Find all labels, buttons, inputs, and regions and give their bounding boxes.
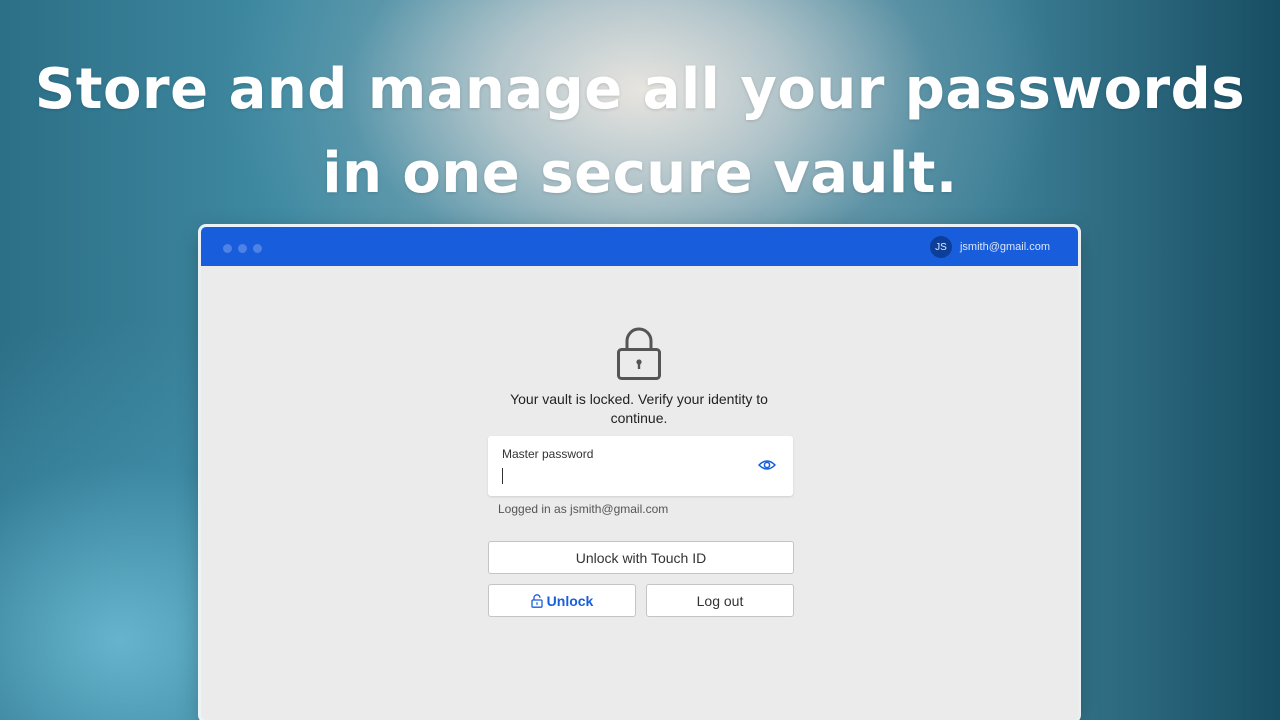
master-password-label: Master password xyxy=(502,447,594,461)
eye-icon[interactable] xyxy=(757,458,777,477)
title-bar: JS jsmith@gmail.com xyxy=(201,227,1078,266)
unlock-touch-id-label: Unlock with Touch ID xyxy=(575,549,707,566)
account-menu[interactable]: JS jsmith@gmail.com xyxy=(929,235,1050,259)
window-dot-maximize[interactable] xyxy=(253,244,262,253)
account-email: jsmith@gmail.com xyxy=(959,241,1050,253)
app-window: JS jsmith@gmail.com Your vault is locked… xyxy=(201,227,1078,720)
master-password-field[interactable]: Master password xyxy=(488,436,793,496)
master-password-input[interactable] xyxy=(500,466,740,486)
logout-label: Log out xyxy=(696,592,744,609)
unlock-button[interactable]: Unlock xyxy=(488,584,636,617)
unlock-touch-id-button[interactable]: Unlock with Touch ID xyxy=(488,541,794,574)
logout-button[interactable]: Log out xyxy=(646,584,794,617)
locked-message: Your vault is locked. Verify your identi… xyxy=(510,391,768,426)
headline: Store and manage all your passwords in o… xyxy=(34,57,1246,206)
avatar[interactable]: JS xyxy=(929,236,952,258)
logged-in-status: Logged in as jsmith@gmail.com xyxy=(498,502,669,516)
open-padlock-icon xyxy=(531,593,543,608)
text-cursor xyxy=(502,468,503,484)
window-controls[interactable] xyxy=(223,240,268,258)
window-dot-minimize[interactable] xyxy=(238,244,247,253)
padlock-icon xyxy=(616,326,662,385)
window-dot-close[interactable] xyxy=(223,244,232,253)
unlock-label: Unlock xyxy=(546,592,594,609)
